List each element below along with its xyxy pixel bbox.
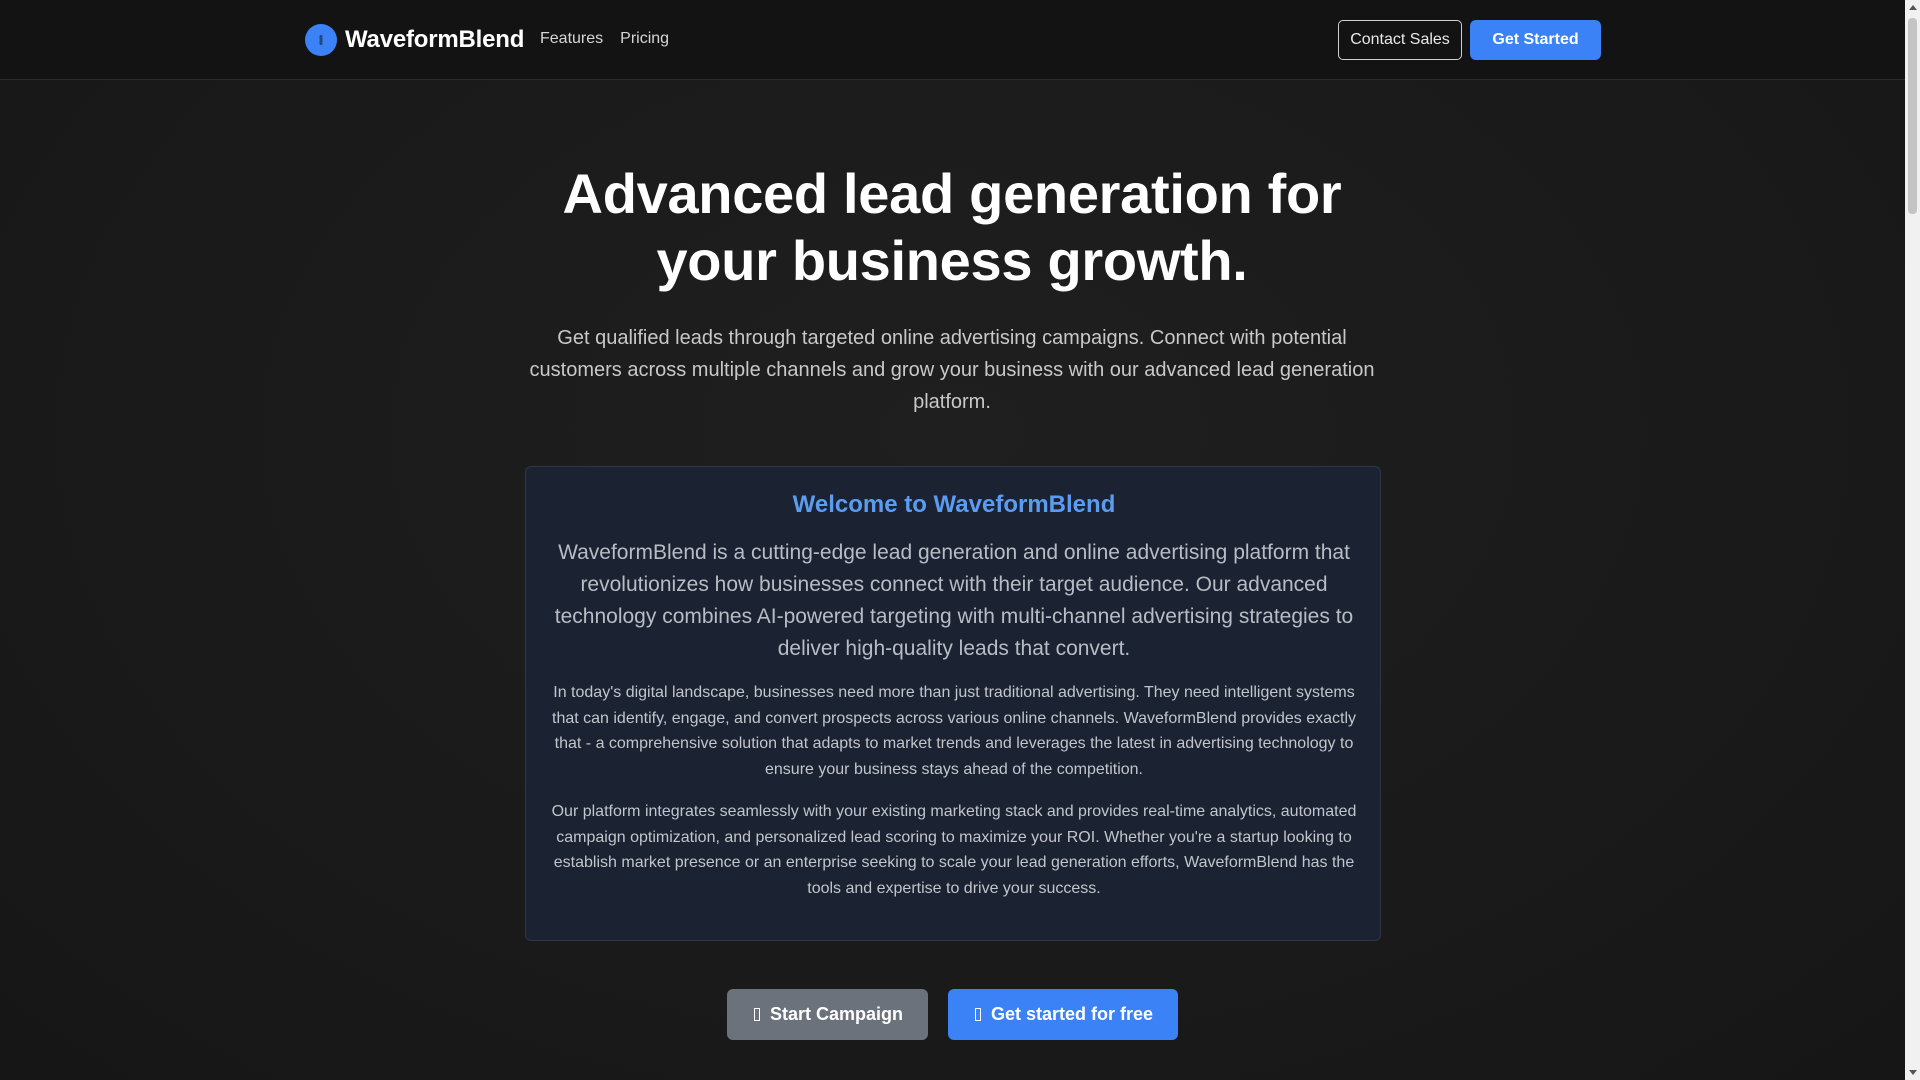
main-nav: Features Pricing xyxy=(540,30,669,48)
rocket-icon xyxy=(752,1008,762,1022)
logo-icon xyxy=(305,24,337,56)
hero-title-line-2: your business growth. xyxy=(656,229,1248,292)
arrow-icon xyxy=(973,1008,983,1022)
get-started-button[interactable]: Get Started xyxy=(1470,20,1601,60)
contact-sales-button[interactable]: Contact Sales xyxy=(1338,20,1462,60)
brand-name: WaveformBlend xyxy=(345,26,525,53)
get-started-free-button[interactable]: Get started for free xyxy=(948,989,1178,1040)
hero-subtitle: Get qualified leads through targeted onl… xyxy=(529,327,1375,413)
get-started-free-label: Get started for free xyxy=(990,1004,1154,1024)
vertical-scrollbar[interactable] xyxy=(1905,0,1920,1080)
hero-title-line-1: Advanced lead generation for xyxy=(562,162,1342,225)
start-campaign-label: Start Campaign xyxy=(769,1004,904,1024)
welcome-card: Welcome to WaveformBlend WaveformBlend i… xyxy=(525,466,1381,941)
page: WaveformBlend Features Pricing Contact S… xyxy=(0,0,1905,1080)
brand-logo[interactable]: WaveformBlend xyxy=(305,24,524,56)
welcome-card-lead: WaveformBlend is a cutting-edge lead gen… xyxy=(554,541,1354,660)
nav-link-pricing[interactable]: Pricing xyxy=(620,30,669,48)
welcome-card-title: Welcome to WaveformBlend xyxy=(792,491,1116,518)
scroll-up-arrow-icon[interactable] xyxy=(1909,5,1917,10)
nav-link-features[interactable]: Features xyxy=(540,30,603,48)
scroll-down-arrow-icon[interactable] xyxy=(1909,1070,1917,1075)
welcome-card-paragraph-1: In today's digital landscape, businesses… xyxy=(552,684,1356,778)
hero-title: Advanced lead generation for your busine… xyxy=(452,160,1452,294)
site-header: WaveformBlend Features Pricing Contact S… xyxy=(0,0,1905,80)
welcome-card-paragraph-2: Our platform integrates seamlessly with … xyxy=(551,803,1357,897)
start-campaign-button[interactable]: Start Campaign xyxy=(727,989,928,1040)
scrollbar-thumb[interactable] xyxy=(1908,18,1917,214)
